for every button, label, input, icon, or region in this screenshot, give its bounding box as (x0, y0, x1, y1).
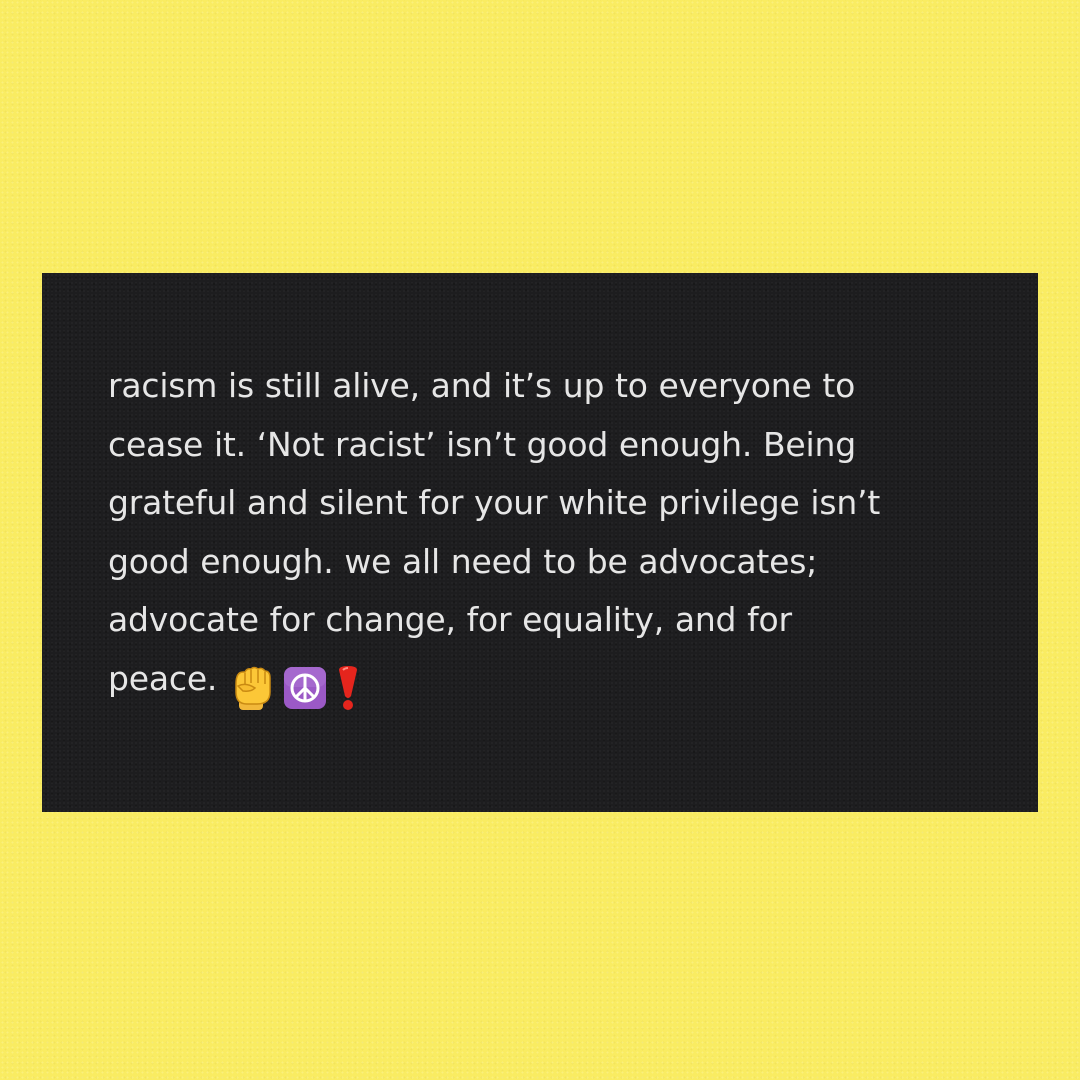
note-line-3: grateful and silent for your white privi… (108, 483, 881, 522)
peace-symbol-icon (283, 666, 327, 710)
note-line-2: cease it. ‘Not racist’ isn’t good enough… (108, 424, 856, 464)
raised-fist-icon (231, 664, 275, 712)
note-text: racism is still alive, and it’s up to ev… (108, 357, 988, 716)
note-line-6-text: peace. (108, 658, 218, 698)
note-card: racism is still alive, and it’s up to ev… (42, 273, 1038, 812)
emoji-row (231, 658, 369, 717)
red-exclamation-icon (335, 664, 361, 712)
note-line-1: racism is still alive, and it’s up to ev… (108, 366, 856, 405)
note-line-5: advocate for change, for equality, and f… (108, 600, 792, 639)
note-line-4: good enough. we all need to be advocates… (108, 541, 818, 581)
note-line-6: peace. (108, 650, 988, 717)
